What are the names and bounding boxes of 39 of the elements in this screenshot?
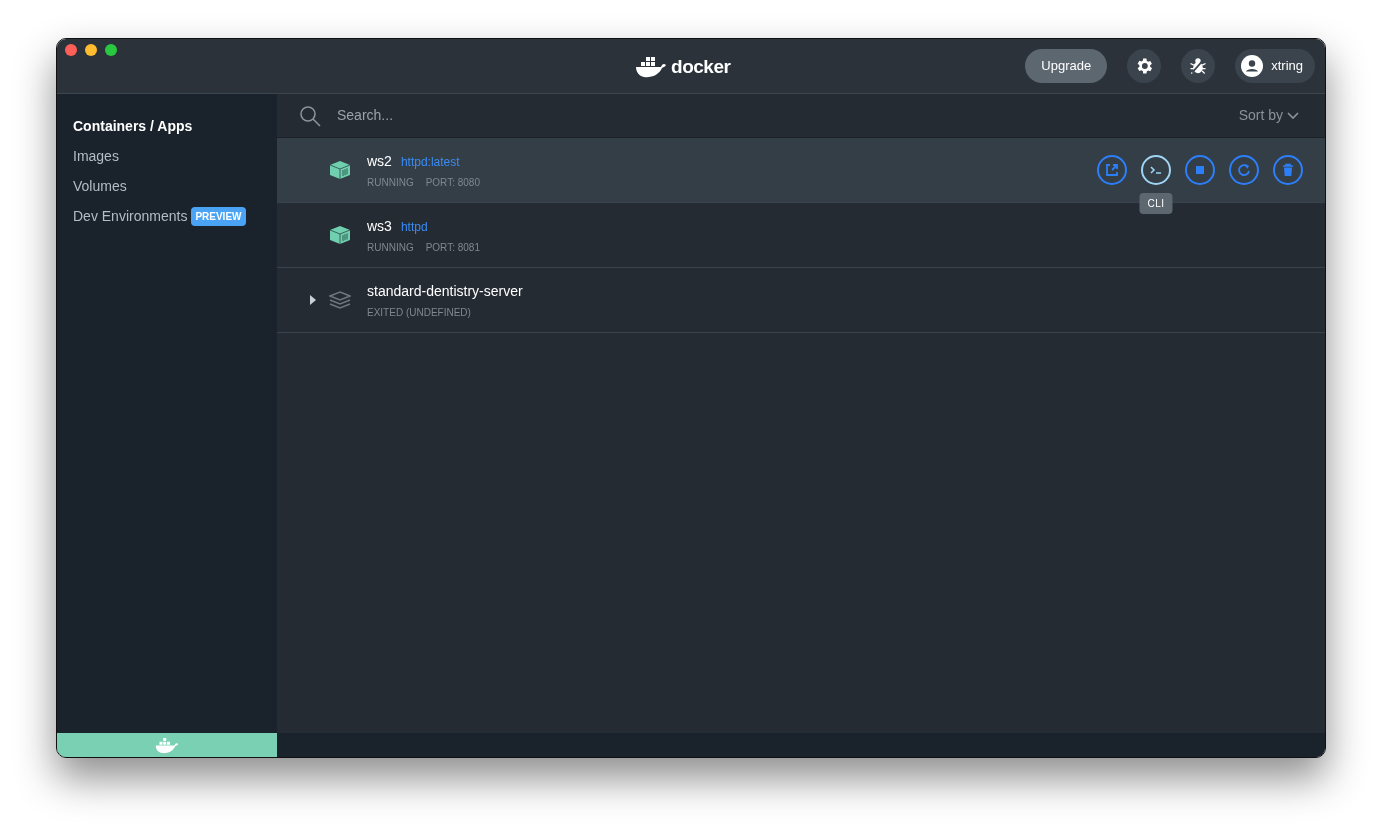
- settings-button[interactable]: [1127, 49, 1162, 83]
- whale-icon: [635, 56, 667, 79]
- sidebar-item[interactable]: Volumes: [73, 176, 127, 197]
- search-field[interactable]: Search...: [337, 105, 1239, 126]
- open-in-browser-button[interactable]: [1097, 155, 1127, 185]
- status-text: EXITED (UNDEFINED): [367, 305, 471, 320]
- port-text: PORT: 8080: [425, 175, 480, 190]
- image-link[interactable]: httpd: [400, 217, 428, 236]
- expand-caret-icon[interactable]: [309, 294, 317, 306]
- restart-button[interactable]: [1229, 155, 1259, 185]
- logo-text: docker: [671, 55, 731, 79]
- delete-button[interactable]: [1273, 155, 1303, 185]
- user-icon: [1241, 55, 1264, 77]
- minimize-button[interactable]: [85, 44, 97, 56]
- preview-badge: PREVIEW: [191, 207, 246, 226]
- sort-dropdown[interactable]: Sort by: [1238, 105, 1299, 126]
- bug-icon: [1188, 56, 1209, 76]
- tooltip: CLI: [1139, 193, 1173, 214]
- container-name: standard-dentistry-server: [367, 281, 523, 301]
- cube-icon: [329, 225, 351, 245]
- search-icon: [299, 104, 321, 127]
- troubleshoot-button[interactable]: [1181, 49, 1216, 83]
- status-text: RUNNING: [367, 175, 414, 190]
- sidebar-item[interactable]: Containers / Apps: [73, 116, 193, 137]
- cube-icon: [329, 160, 351, 180]
- layers-icon: [329, 290, 351, 310]
- whale-icon: [155, 736, 179, 754]
- container-name: ws3: [367, 216, 392, 236]
- account-button[interactable]: xtring: [1235, 49, 1315, 83]
- maximize-button[interactable]: [105, 44, 117, 56]
- chevron-down-icon: [1287, 111, 1299, 120]
- close-button[interactable]: [65, 44, 77, 56]
- upgrade-button[interactable]: Upgrade: [1025, 49, 1108, 83]
- port-text: PORT: 8081: [425, 240, 480, 255]
- stop-button[interactable]: [1185, 155, 1215, 185]
- sidebar-item[interactable]: Dev Environments: [73, 206, 188, 227]
- container-name: ws2: [367, 151, 392, 171]
- status-text: RUNNING: [367, 240, 414, 255]
- sidebar-item[interactable]: Images: [73, 146, 119, 167]
